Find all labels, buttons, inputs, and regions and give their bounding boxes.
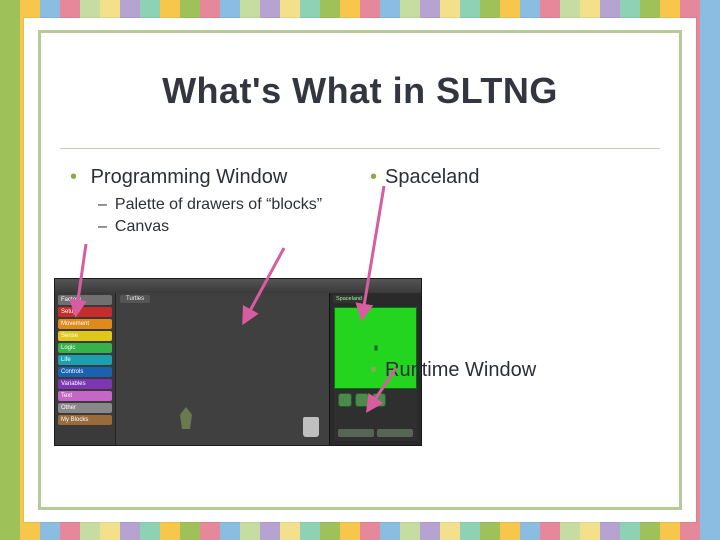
mock-drawer: Controls: [58, 367, 112, 377]
app-screenshot-mock: Factory Setup Movement Sense Logic Life Contro…: [54, 278, 422, 446]
mock-drawer: Logic: [58, 343, 112, 353]
subbullet-canvas: Canvas: [98, 217, 350, 237]
bullet-programming-window: Programming Window Palette of drawers of…: [70, 166, 350, 237]
mock-spaceland-tab: Spaceland: [333, 295, 365, 303]
slide-body: What's What in SLTNG Programming Window …: [24, 18, 696, 522]
mock-palette: Factory Setup Movement Sense Logic Life Contro…: [55, 293, 115, 445]
mock-drawer: Factory: [58, 295, 112, 305]
bullet-text: Programming Window: [91, 166, 288, 188]
mock-canvas-tab: Turtles: [120, 295, 150, 303]
mock-ctrl: [338, 429, 374, 437]
subbullet-palette: Palette of drawers of “blocks”: [98, 195, 350, 215]
mock-drawer: My Blocks: [58, 415, 112, 425]
mock-turtle-shape: [176, 407, 196, 429]
right-column: Spaceland Runtime Window: [370, 166, 650, 492]
mock-titlebar: [55, 279, 421, 293]
mock-runtime-btn: [355, 393, 369, 407]
bullet-spaceland: Spaceland: [370, 166, 650, 189]
mock-runtime-btn: [338, 393, 352, 407]
mock-drawer: Setup: [58, 307, 112, 317]
mock-drawer: Variables: [58, 379, 112, 389]
mock-trash-icon: [303, 417, 319, 437]
mock-drawer: Other: [58, 403, 112, 413]
mock-drawer: Sense: [58, 331, 112, 341]
mock-drawer: Text: [58, 391, 112, 401]
mock-drawer: Movement: [58, 319, 112, 329]
content-area: Programming Window Palette of drawers of…: [70, 166, 650, 492]
left-column: Programming Window Palette of drawers of…: [70, 166, 350, 492]
slide-title: What's What in SLTNG: [24, 70, 696, 112]
mock-canvas: Turtles: [115, 293, 329, 445]
title-rule: [60, 148, 660, 149]
mock-drawer: Life: [58, 355, 112, 365]
bullet-runtime-window: Runtime Window: [370, 359, 650, 382]
